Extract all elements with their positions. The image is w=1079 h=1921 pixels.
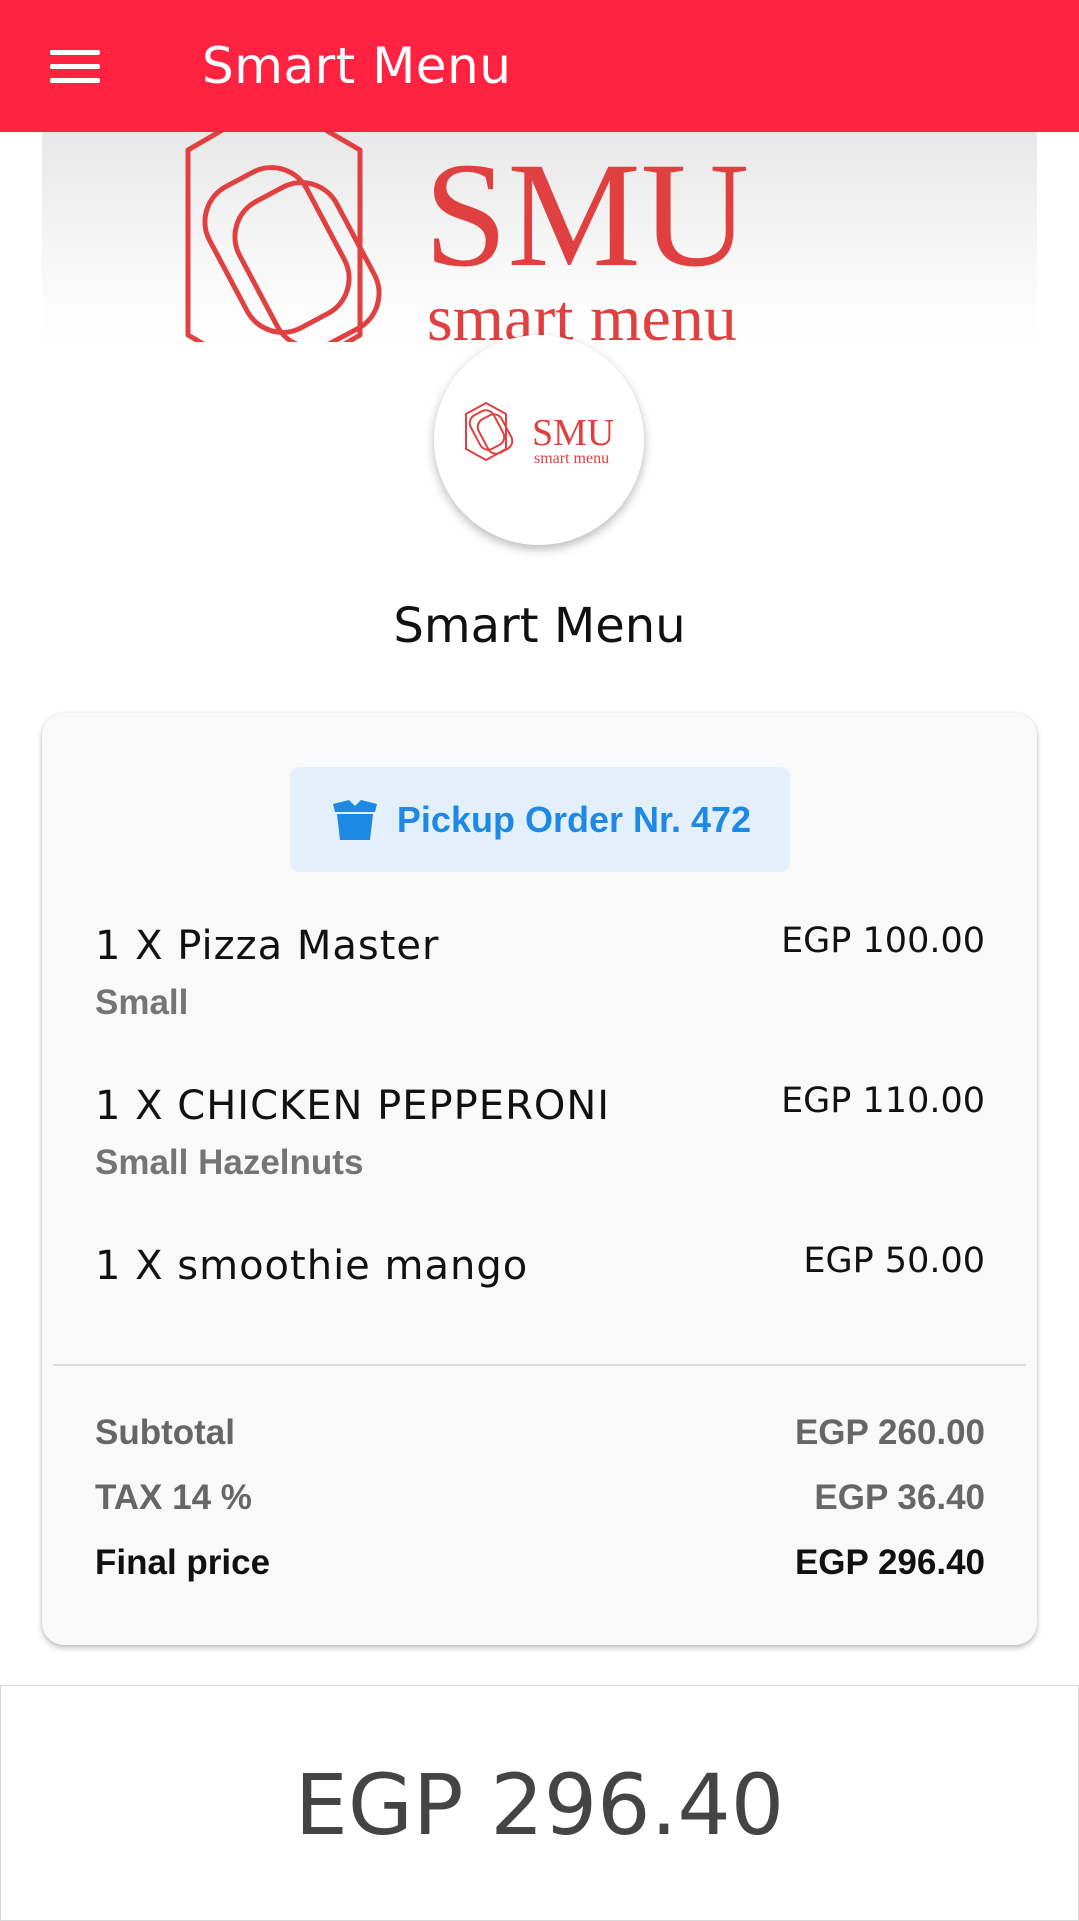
restaurant-banner: SMU smart menu: [42, 132, 1037, 342]
total-panel: EGP 296.40: [0, 1685, 1079, 1921]
order-item: 1 X CHICKEN PEPPERONI Small Hazelnuts EG…: [95, 1081, 985, 1183]
final-price-row: Final price EGP 296.40: [95, 1543, 985, 1589]
tax-value: EGP 36.40: [814, 1478, 985, 1517]
avatar-logo: SMU smart menu: [465, 402, 614, 467]
order-card: Pickup Order Nr. 472 1 X Pizza Master Sm…: [42, 713, 1037, 1645]
pickup-order-badge: Pickup Order Nr. 472: [290, 767, 790, 872]
box-icon: [332, 799, 377, 840]
divider: [53, 1364, 1026, 1366]
order-item: 1 X smoothie mango EGP 50.00: [95, 1241, 985, 1289]
hamburger-menu-icon[interactable]: [50, 48, 102, 84]
smu-logo: SMU smart menu: [185, 132, 749, 342]
restaurant-name: Smart Menu: [393, 598, 686, 654]
tax-label: TAX 14 %: [95, 1478, 252, 1517]
subtotal-label: Subtotal: [95, 1413, 235, 1452]
hamburger-line: [50, 64, 100, 69]
order-label: Pickup Order Nr. 472: [396, 798, 752, 840]
subtotal-value: EGP 260.00: [794, 1413, 985, 1452]
item-price: EGP 110.00: [781, 1081, 985, 1121]
logo-subtext: smart menu: [427, 282, 737, 342]
subtotal-row: Subtotal EGP 260.00: [95, 1413, 985, 1459]
item-price: EGP 100.00: [781, 921, 985, 961]
app-bar: Smart Menu: [0, 0, 1079, 132]
avatar-logo-text: SMU: [532, 412, 614, 454]
item-note: Small Hazelnuts: [95, 1143, 364, 1182]
hamburger-line: [50, 78, 100, 83]
final-price-label: Final price: [95, 1543, 271, 1582]
item-note: Small: [95, 983, 189, 1022]
restaurant-avatar: SMU smart menu: [434, 335, 644, 545]
app-title: Smart Menu: [202, 37, 512, 95]
hamburger-line: [50, 50, 100, 55]
order-item: 1 X Pizza Master Small EGP 100.00: [95, 921, 985, 1023]
avatar-logo-subtext: smart menu: [534, 450, 609, 467]
item-price: EGP 50.00: [803, 1241, 985, 1281]
logo-text: SMU: [424, 132, 749, 298]
final-price-value: EGP 296.40: [794, 1543, 985, 1582]
total-amount: EGP 296.40: [294, 1756, 785, 1854]
tax-row: TAX 14 % EGP 36.40: [95, 1478, 985, 1524]
